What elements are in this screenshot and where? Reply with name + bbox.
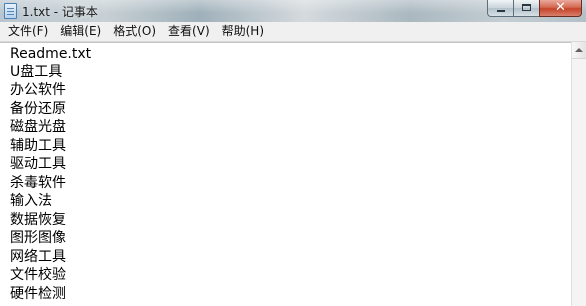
menu-bar: 文件(F) 编辑(E) 格式(O) 查看(V) 帮助(H): [0, 22, 586, 42]
notepad-window: 1.txt - 记事本 ✕ 文件(F) 编辑(E) 格式(O) 查看(V) 帮助…: [0, 0, 586, 306]
menu-file[interactable]: 文件(F): [0, 22, 54, 41]
text-line[interactable]: 硬件检测: [10, 285, 66, 303]
text-line[interactable]: U盘工具: [10, 63, 62, 81]
close-icon: ✕: [555, 0, 566, 15]
text-line[interactable]: 办公软件: [10, 81, 66, 99]
text-line[interactable]: Readme.txt: [10, 45, 91, 63]
text-line[interactable]: 磁盘光盘: [10, 118, 66, 136]
menu-view[interactable]: 查看(V): [162, 22, 216, 41]
text-line[interactable]: 图形图像: [10, 229, 66, 247]
text-line[interactable]: 数据恢复: [10, 211, 66, 229]
minimize-icon: [497, 10, 505, 12]
text-line[interactable]: 备份还原: [10, 100, 66, 118]
close-button[interactable]: ✕: [539, 0, 582, 17]
text-line[interactable]: 辅助工具: [10, 137, 66, 155]
title-bar[interactable]: 1.txt - 记事本 ✕: [0, 0, 586, 23]
text-editor[interactable]: Readme.txt U盘工具 办公软件 备份还原 磁盘光盘 辅助工具 驱动工具…: [0, 42, 571, 306]
window-title: 1.txt - 记事本: [22, 5, 98, 19]
text-line[interactable]: 杀毒软件: [10, 174, 66, 192]
minimize-button[interactable]: [487, 0, 513, 17]
caption-buttons: ✕: [487, 0, 582, 18]
menu-edit[interactable]: 编辑(E): [54, 22, 107, 41]
text-line[interactable]: 输入法: [10, 192, 52, 210]
scroll-up-icon[interactable]: [572, 42, 586, 59]
vertical-scrollbar[interactable]: [571, 42, 586, 306]
menu-format[interactable]: 格式(O): [107, 22, 162, 41]
maximize-icon: [522, 4, 531, 11]
text-line[interactable]: 驱动工具: [10, 155, 66, 173]
maximize-button[interactable]: [513, 0, 539, 17]
text-line[interactable]: 文件校验: [10, 266, 66, 284]
menu-help[interactable]: 帮助(H): [216, 22, 270, 41]
notepad-icon[interactable]: [4, 3, 17, 19]
text-line[interactable]: 网络工具: [10, 248, 66, 266]
